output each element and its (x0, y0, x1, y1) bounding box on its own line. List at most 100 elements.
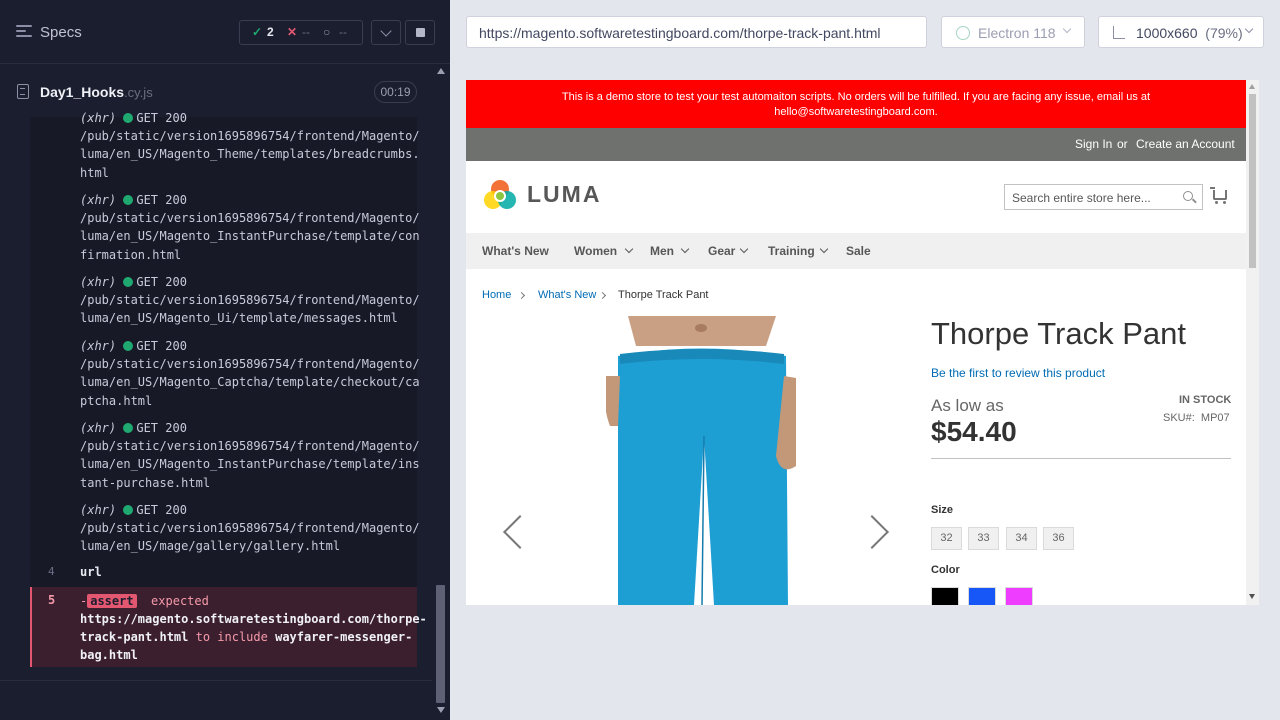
nav-item-training[interactable]: Training (768, 244, 815, 258)
nav-item-men[interactable]: Men (650, 244, 674, 258)
search-placeholder: Search entire store here... (1012, 191, 1151, 205)
review-link[interactable]: Be the first to review this product (931, 366, 1105, 380)
or-text: or (1117, 137, 1128, 151)
chevron-down-icon (624, 244, 634, 254)
aut-panel: https://magento.softwaretestingboard.com… (450, 0, 1280, 720)
log-path: /pub/static/version1695896754/frontend/M… (80, 439, 420, 490)
aut-url-bar[interactable]: https://magento.softwaretestingboard.com… (466, 16, 927, 48)
chevron-down-icon (739, 244, 749, 254)
size-label: Size (931, 504, 954, 516)
log-entry[interactable]: (xhr) GET 200/pub/static/version16958967… (80, 501, 420, 556)
size-swatch-34[interactable]: 34 (1006, 527, 1037, 550)
failed-count: -- (302, 25, 310, 39)
line-number: 5 (48, 593, 56, 607)
divider (931, 458, 1231, 459)
size-swatch-33[interactable]: 33 (968, 527, 999, 550)
log-method: (xhr) GET 200 (80, 111, 187, 125)
viewport-size: 1000x660 (79%) (1136, 25, 1243, 41)
chevron-down-icon (819, 244, 829, 254)
gallery-next-arrow-icon[interactable] (855, 515, 889, 549)
pending-count: -- (339, 25, 347, 39)
viewport-selector[interactable]: 1000x660 (79%) (1098, 16, 1264, 48)
stop-icon (416, 28, 425, 37)
product-price: $54.40 (931, 416, 1017, 447)
chevron-right-icon (517, 291, 526, 300)
nav-item-sale[interactable]: Sale (846, 244, 871, 258)
size-swatch-32[interactable]: 32 (931, 527, 962, 550)
nav-item-whats-new[interactable]: What's New (482, 244, 549, 258)
passed-count: 2 (267, 25, 274, 39)
nav-item-gear[interactable]: Gear (708, 244, 735, 258)
status-dot-icon (123, 423, 134, 433)
assert-tag: assert (87, 594, 137, 608)
log-method: (xhr) GET 200 (80, 339, 187, 353)
aut-scrollbar[interactable] (1246, 80, 1259, 605)
file-icon (17, 84, 29, 99)
log-entry[interactable]: (xhr) GET 200/pub/static/version16958967… (80, 273, 420, 328)
main-nav: What's New Women Men Gear Training Sale (466, 233, 1246, 269)
scrollbar-thumb[interactable] (1249, 94, 1256, 268)
status-dot-icon (123, 113, 134, 123)
search-input[interactable]: Search entire store here... (1004, 184, 1203, 210)
sign-in-link[interactable]: Sign In (1075, 137, 1112, 151)
scroll-down-arrow-icon[interactable] (437, 707, 445, 713)
specs-menu-icon[interactable] (16, 25, 32, 39)
scrollbar-thumb[interactable] (436, 585, 445, 703)
luma-logo-icon[interactable] (482, 178, 518, 214)
line-number: 4 (48, 565, 55, 578)
chevron-down-icon (380, 25, 392, 37)
color-swatch-purple[interactable] (1005, 587, 1033, 605)
url-command-row[interactable]: 4 url (30, 562, 417, 584)
scroll-down-arrow-icon[interactable] (1249, 594, 1255, 599)
color-label: Color (931, 564, 960, 576)
log-path: /pub/static/version1695896754/frontend/M… (80, 357, 420, 408)
product-title: Thorpe Track Pant (931, 316, 1187, 351)
color-swatch-black[interactable] (931, 587, 959, 605)
log-method: (xhr) GET 200 (80, 193, 187, 207)
breadcrumb-home[interactable]: Home (482, 289, 511, 301)
status-dot-icon (123, 277, 134, 287)
chevron-right-icon (598, 291, 607, 300)
browser-selector[interactable]: Electron 118 (941, 16, 1085, 48)
log-method: (xhr) GET 200 (80, 421, 187, 435)
log-path: /pub/static/version1695896754/frontend/M… (80, 521, 420, 554)
aut-iframe: This is a demo store to test your test a… (466, 80, 1246, 605)
breadcrumb-whats-new[interactable]: What's New (538, 289, 596, 301)
top-header: Sign In or Create an Account (466, 128, 1246, 161)
chevron-down-icon (1062, 24, 1072, 34)
color-swatch-blue[interactable] (968, 587, 996, 605)
stock-status: IN STOCK (1179, 394, 1232, 406)
log-entry[interactable]: (xhr) GET 200/pub/static/version16958967… (80, 191, 420, 264)
electron-icon (956, 26, 970, 40)
search-icon[interactable] (1183, 191, 1193, 201)
pass-check-icon: ✓ (252, 25, 263, 39)
spec-file-name[interactable]: Day1_Hooks.cy.js (40, 84, 153, 100)
cart-icon[interactable] (1210, 187, 1227, 204)
command-name: url (80, 565, 102, 579)
scroll-up-arrow-icon[interactable] (437, 68, 445, 74)
status-dot-icon (123, 505, 134, 515)
status-dot-icon (123, 195, 134, 205)
create-account-link[interactable]: Create an Account (1136, 137, 1235, 151)
size-swatch-36[interactable]: 36 (1043, 527, 1074, 550)
log-entry[interactable]: (xhr) GET 200/pub/static/version16958967… (80, 419, 420, 492)
breadcrumb-current: Thorpe Track Pant (618, 289, 709, 301)
stop-button[interactable] (405, 20, 435, 45)
scroll-up-arrow-icon[interactable] (1249, 84, 1255, 89)
specs-label[interactable]: Specs (40, 24, 82, 41)
browser-name: Electron 118 (978, 25, 1056, 41)
gallery-prev-arrow-icon[interactable] (503, 515, 537, 549)
log-path: /pub/static/version1695896754/frontend/M… (80, 211, 420, 262)
log-entry[interactable]: (xhr) GET 200/pub/static/version16958967… (80, 337, 420, 410)
chevron-down-icon (1244, 24, 1254, 34)
failed-assert-row[interactable]: 5 - assert expected https://magento.softw… (30, 587, 427, 667)
demo-notice: This is a demo store to test your test a… (466, 80, 1246, 128)
log-method: (xhr) GET 200 (80, 503, 187, 517)
log-entry[interactable]: (xhr) GET 200/pub/static/version16958967… (80, 109, 420, 182)
auto-scroll-toggle-button[interactable] (371, 20, 401, 45)
log-path: /pub/static/version1695896754/frontend/M… (80, 129, 420, 180)
product-image[interactable] (606, 316, 796, 605)
product-sku: SKU#: MP07 (1163, 412, 1230, 424)
logo-text[interactable]: LUMA (527, 181, 601, 208)
nav-item-women[interactable]: Women (574, 244, 617, 258)
